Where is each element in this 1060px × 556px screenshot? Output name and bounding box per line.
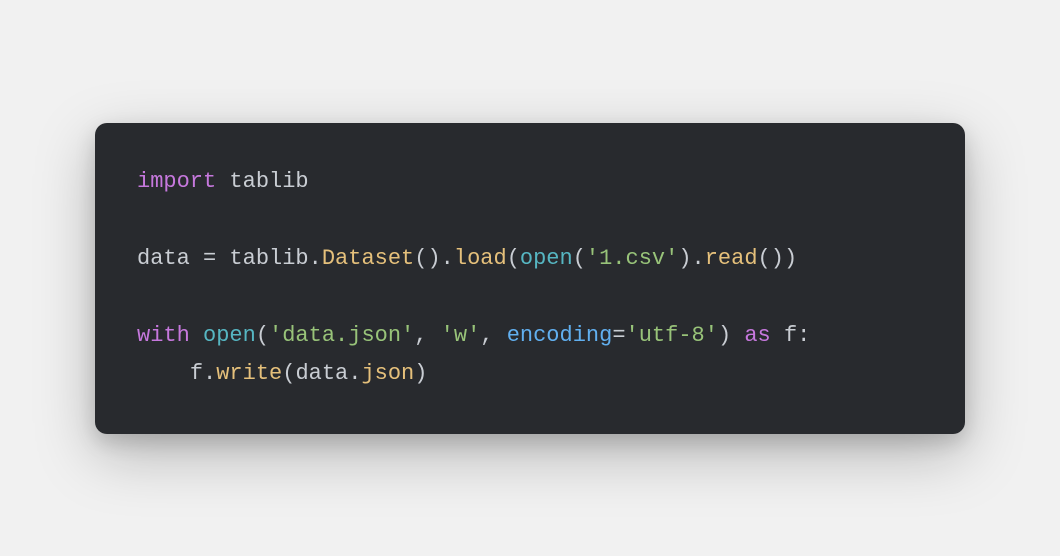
code-token-punct: (	[507, 246, 520, 271]
code-token-punct: ().	[414, 246, 454, 271]
code-token-keyword: import	[137, 169, 216, 194]
code-token-func: Dataset	[322, 246, 414, 271]
code-token-attr: json	[361, 361, 414, 386]
code-token-space	[190, 246, 203, 271]
code-token-space	[190, 323, 203, 348]
code-token-name: f	[784, 323, 797, 348]
code-token-func: read	[705, 246, 758, 271]
code-token-name: data	[295, 361, 348, 386]
code-token-param: encoding	[507, 323, 613, 348]
code-token-punct: (	[573, 246, 586, 271]
code-token-builtin: open	[520, 246, 573, 271]
code-token-func: write	[216, 361, 282, 386]
code-token-name: tablib	[229, 169, 308, 194]
code-token-builtin: open	[203, 323, 256, 348]
code-token-punct: ,	[480, 323, 506, 348]
code-token-keyword: as	[744, 323, 770, 348]
code-token-punct: ).	[678, 246, 704, 271]
code-token-punct: (	[282, 361, 295, 386]
code-token-punct: )	[718, 323, 731, 348]
code-token-space	[771, 323, 784, 348]
code-token-string: 'utf-8'	[626, 323, 718, 348]
code-token-punct: .	[348, 361, 361, 386]
code-token-name: data	[137, 246, 190, 271]
code-token-punct: .	[203, 361, 216, 386]
code-token-func: load	[454, 246, 507, 271]
code-token-keyword: with	[137, 323, 190, 348]
code-block: import tablib data = tablib.Dataset().lo…	[95, 123, 965, 434]
code-token-name: f	[190, 361, 203, 386]
code-token-string: 'data.json'	[269, 323, 414, 348]
code-token-space	[216, 169, 229, 194]
code-token-space	[731, 323, 744, 348]
code-content[interactable]: import tablib data = tablib.Dataset().lo…	[137, 163, 923, 394]
code-token-punct: ,	[414, 323, 440, 348]
code-token-op: =	[203, 246, 216, 271]
code-token-punct: ())	[758, 246, 798, 271]
code-token-string: 'w'	[441, 323, 481, 348]
code-token-punct: .	[309, 246, 322, 271]
code-token-punct: :	[797, 323, 810, 348]
code-token-punct: )	[414, 361, 427, 386]
code-token-op: =	[612, 323, 625, 348]
code-token-string: '1.csv'	[586, 246, 678, 271]
code-token-punct: (	[256, 323, 269, 348]
code-token-space	[216, 246, 229, 271]
code-token-name: tablib	[229, 246, 308, 271]
code-token-space	[137, 361, 190, 386]
